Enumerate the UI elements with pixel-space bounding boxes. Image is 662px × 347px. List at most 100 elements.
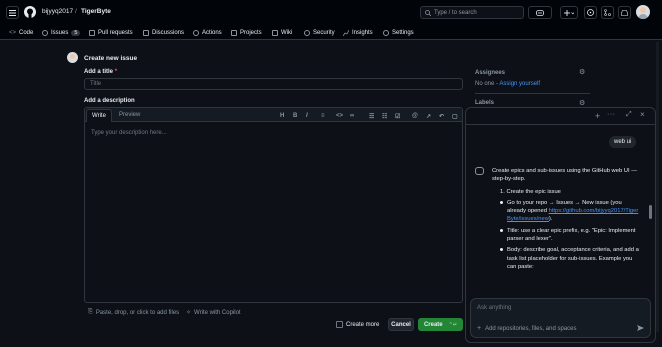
play-icon: [193, 29, 199, 36]
more-options-icon[interactable]: ···: [607, 111, 616, 118]
mention-icon[interactable]: @: [412, 113, 418, 119]
tab-wiki[interactable]: Wiki: [272, 27, 292, 38]
tab-code[interactable]: <> Code: [9, 27, 33, 38]
assign-yourself-link[interactable]: Assign yourself: [499, 81, 540, 87]
expand-icon[interactable]: ⤢: [626, 111, 632, 119]
add-context-button[interactable]: + Add repositories, files, and spaces: [477, 325, 576, 332]
chat-input-box[interactable]: Ask anything + Add repositories, files, …: [470, 298, 651, 338]
search-input[interactable]: Type / to search: [420, 6, 524, 19]
tab-insights[interactable]: Insights: [343, 27, 373, 38]
chat-scrollbar[interactable]: [649, 205, 652, 219]
create-shortcut: ⌃↵: [448, 321, 458, 328]
attach-files-hint[interactable]: ⎘ Paste, drop, or click to add files: [88, 309, 179, 316]
issue-opened-icon: [587, 9, 594, 16]
tab-projects[interactable]: Projects: [231, 27, 262, 38]
breadcrumb-separator: /: [75, 8, 77, 15]
assignees-gear-icon[interactable]: ⚙: [579, 68, 585, 76]
tab-label: Issues: [51, 29, 69, 36]
author-avatar: [67, 52, 78, 63]
tab-label: Insights: [352, 29, 373, 36]
book-icon: [272, 29, 278, 36]
copilot-button[interactable]: [528, 6, 552, 19]
chat-input-placeholder: Ask anything: [477, 305, 512, 311]
tab-discussions[interactable]: Discussions: [143, 27, 184, 38]
issues-button[interactable]: [584, 6, 597, 19]
tab-actions[interactable]: Actions: [193, 27, 222, 38]
new-chat-plus-icon[interactable]: +: [595, 111, 600, 121]
ordered-list-icon[interactable]: ☷: [382, 113, 387, 120]
avatar[interactable]: [636, 5, 650, 19]
assignees-label: Assignees: [475, 70, 506, 76]
undo-icon[interactable]: ↶: [439, 113, 444, 120]
quote-icon[interactable]: ≡: [321, 113, 325, 119]
inbox-button[interactable]: [618, 6, 631, 19]
tab-label: Wiki: [281, 29, 293, 36]
italic-icon[interactable]: I: [306, 113, 308, 119]
create-more-checkbox[interactable]: [336, 321, 343, 328]
title-label: Add a title *: [84, 69, 118, 75]
code-icon: <>: [9, 29, 17, 36]
list-item: Title: use a clear epic prefix, e.g. "Ep…: [500, 227, 642, 244]
tab-preview[interactable]: Preview: [119, 112, 140, 118]
tab-write[interactable]: Write: [86, 109, 112, 122]
hamburger-icon: [9, 9, 16, 16]
task-list-icon[interactable]: ☑: [395, 113, 400, 120]
plus-dropdown-icon: [564, 9, 574, 16]
chat-header: + ··· ⤢ ×: [466, 108, 655, 125]
link-icon[interactable]: ∞: [350, 113, 354, 119]
copilot-icon: [475, 167, 484, 175]
create-more-label: Create more: [346, 321, 380, 328]
tab-issues[interactable]: Issues 5: [42, 27, 81, 38]
heading-icon[interactable]: H: [280, 113, 284, 119]
bold-icon[interactable]: B: [293, 113, 297, 119]
cancel-button[interactable]: Cancel: [388, 318, 414, 331]
copilot-chat-panel: + ··· ⤢ × web ui Create epics and sub-is…: [465, 107, 656, 343]
list-item: Go to your repo → Issues → New issue (yo…: [500, 199, 642, 224]
gear-icon: [383, 29, 389, 36]
repo-nav: <> Code Issues 5 Pull requests Discussio…: [0, 24, 662, 40]
breadcrumb-repo[interactable]: TigerByte: [81, 8, 111, 15]
tab-settings[interactable]: Settings: [383, 27, 414, 38]
page-scrollbar[interactable]: [656, 42, 659, 332]
table-icon: [231, 29, 237, 36]
github-logo-icon[interactable]: [24, 6, 36, 18]
tab-label: Discussions: [152, 29, 185, 36]
pull-requests-button[interactable]: [601, 6, 614, 19]
assignees-value: No one - Assign yourself: [475, 81, 541, 87]
tab-pull-requests[interactable]: Pull requests: [89, 27, 133, 38]
assistant-step-1: 1. Create the epic issue: [500, 188, 561, 195]
labels-gear-icon[interactable]: ⚙: [579, 99, 585, 107]
unordered-list-icon[interactable]: ☰: [369, 113, 374, 120]
inbox-icon: [621, 9, 628, 16]
fullscreen-icon[interactable]: ▢: [452, 113, 458, 120]
user-message: web ui: [609, 136, 637, 148]
search-icon: [425, 9, 431, 16]
code-icon[interactable]: <>: [336, 113, 343, 119]
reference-icon[interactable]: ↗: [426, 113, 431, 120]
graph-icon: [343, 29, 349, 36]
breadcrumb-owner[interactable]: bijyyq2017: [42, 8, 73, 15]
copilot-icon: ✧: [186, 310, 192, 316]
create-button[interactable]: Create ⌃↵: [418, 318, 463, 331]
create-more-option[interactable]: Create more: [336, 321, 379, 328]
menu-button[interactable]: [6, 6, 19, 19]
issue-opened-icon: [42, 29, 48, 36]
send-icon[interactable]: [637, 325, 644, 331]
labels-label: Labels: [475, 100, 495, 106]
write-with-copilot[interactable]: ✧ Write with Copilot: [186, 309, 241, 317]
tab-label: Actions: [202, 29, 222, 36]
description-editor: Write Preview Type your description here…: [84, 107, 463, 303]
description-placeholder[interactable]: Type your description here...: [91, 130, 167, 136]
tab-label: Code: [19, 29, 34, 36]
create-new-button[interactable]: [560, 6, 578, 19]
description-label: Add a description: [84, 98, 135, 104]
title-placeholder: Title: [90, 81, 102, 87]
comment-discussion-icon: [143, 29, 149, 36]
tab-label: Projects: [240, 29, 262, 36]
list-item: Body: describe goal, acceptance criteria…: [500, 246, 642, 271]
tab-security[interactable]: Security: [304, 27, 335, 38]
title-input[interactable]: Title: [84, 78, 463, 90]
search-placeholder: Type / to search: [434, 9, 477, 16]
close-icon[interactable]: ×: [640, 110, 645, 119]
plus-icon: +: [477, 325, 482, 332]
